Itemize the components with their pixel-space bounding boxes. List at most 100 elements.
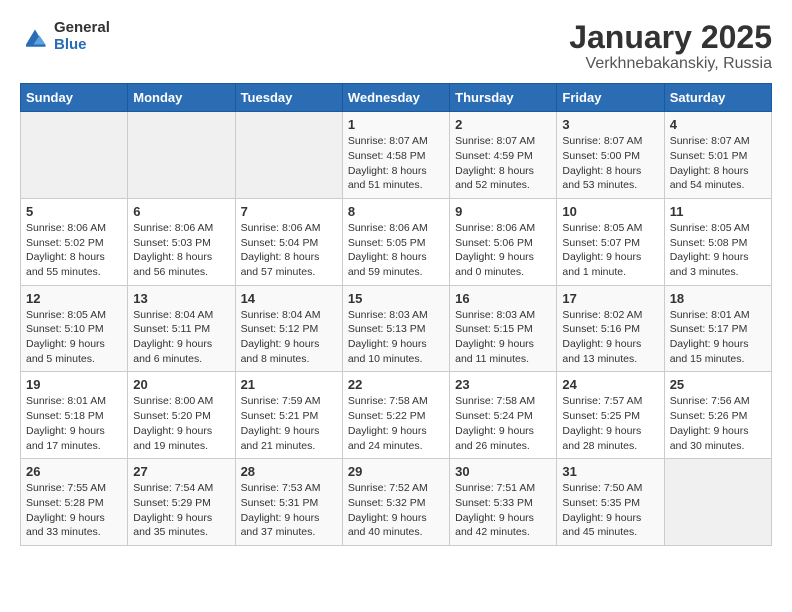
weekday-header: Friday [557, 84, 664, 112]
day-info: Sunrise: 8:03 AM Sunset: 5:15 PM Dayligh… [455, 308, 551, 367]
day-number: 15 [348, 291, 444, 306]
calendar-cell: 8 Sunrise: 8:06 AM Sunset: 5:05 PM Daylig… [342, 198, 449, 285]
calendar-cell [235, 112, 342, 199]
day-number: 17 [562, 291, 658, 306]
day-info: Sunrise: 8:04 AM Sunset: 5:12 PM Dayligh… [241, 308, 337, 367]
day-number: 25 [670, 377, 766, 392]
day-number: 11 [670, 204, 766, 219]
page-title: January 2025 [569, 20, 772, 55]
calendar-cell: 18 Sunrise: 8:01 AM Sunset: 5:17 PM Dayli… [664, 285, 771, 372]
day-number: 24 [562, 377, 658, 392]
day-number: 6 [133, 204, 229, 219]
weekday-header: Tuesday [235, 84, 342, 112]
day-info: Sunrise: 8:05 AM Sunset: 5:07 PM Dayligh… [562, 221, 658, 280]
calendar-cell: 25 Sunrise: 7:56 AM Sunset: 5:26 PM Dayli… [664, 372, 771, 459]
calendar-cell: 9 Sunrise: 8:06 AM Sunset: 5:06 PM Daylig… [450, 198, 557, 285]
day-info: Sunrise: 7:50 AM Sunset: 5:35 PM Dayligh… [562, 481, 658, 540]
page-header: General Blue January 2025 Verkhnebakansk… [20, 20, 772, 73]
day-info: Sunrise: 8:06 AM Sunset: 5:05 PM Dayligh… [348, 221, 444, 280]
weekday-header: Sunday [21, 84, 128, 112]
calendar-cell: 30Sunrise: 7:51 AM Sunset: 5:33 PM Dayli… [450, 459, 557, 546]
calendar-cell: 6 Sunrise: 8:06 AM Sunset: 5:03 PM Daylig… [128, 198, 235, 285]
calendar-cell [664, 459, 771, 546]
weekday-header: Wednesday [342, 84, 449, 112]
day-info: Sunrise: 8:04 AM Sunset: 5:11 PM Dayligh… [133, 308, 229, 367]
day-info: Sunrise: 8:07 AM Sunset: 4:58 PM Dayligh… [348, 134, 444, 193]
calendar-cell: 1 Sunrise: 8:07 AM Sunset: 4:58 PM Daylig… [342, 112, 449, 199]
day-info: Sunrise: 8:06 AM Sunset: 5:02 PM Dayligh… [26, 221, 122, 280]
day-number: 21 [241, 377, 337, 392]
calendar-cell: 12Sunrise: 8:05 AM Sunset: 5:10 PM Dayli… [21, 285, 128, 372]
calendar-cell: 24 Sunrise: 7:57 AM Sunset: 5:25 PM Dayli… [557, 372, 664, 459]
day-info: Sunrise: 7:53 AM Sunset: 5:31 PM Dayligh… [241, 481, 337, 540]
day-info: Sunrise: 8:07 AM Sunset: 5:00 PM Dayligh… [562, 134, 658, 193]
day-info: Sunrise: 8:01 AM Sunset: 5:17 PM Dayligh… [670, 308, 766, 367]
day-info: Sunrise: 7:56 AM Sunset: 5:26 PM Dayligh… [670, 394, 766, 453]
day-number: 2 [455, 117, 551, 132]
day-number: 22 [348, 377, 444, 392]
day-info: Sunrise: 8:06 AM Sunset: 5:03 PM Dayligh… [133, 221, 229, 280]
day-number: 7 [241, 204, 337, 219]
day-info: Sunrise: 7:57 AM Sunset: 5:25 PM Dayligh… [562, 394, 658, 453]
calendar-cell: 26Sunrise: 7:55 AM Sunset: 5:28 PM Dayli… [21, 459, 128, 546]
day-number: 8 [348, 204, 444, 219]
calendar-table: SundayMondayTuesdayWednesdayThursdayFrid… [20, 83, 772, 546]
calendar-cell: 19Sunrise: 8:01 AM Sunset: 5:18 PM Dayli… [21, 372, 128, 459]
day-info: Sunrise: 7:55 AM Sunset: 5:28 PM Dayligh… [26, 481, 122, 540]
calendar-cell: 31Sunrise: 7:50 AM Sunset: 5:35 PM Dayli… [557, 459, 664, 546]
day-info: Sunrise: 8:00 AM Sunset: 5:20 PM Dayligh… [133, 394, 229, 453]
logo-icon [20, 22, 50, 52]
weekday-header: Thursday [450, 84, 557, 112]
day-number: 10 [562, 204, 658, 219]
day-number: 28 [241, 464, 337, 479]
day-number: 9 [455, 204, 551, 219]
day-number: 3 [562, 117, 658, 132]
day-number: 5 [26, 204, 122, 219]
calendar-body: 1 Sunrise: 8:07 AM Sunset: 4:58 PM Daylig… [21, 112, 772, 546]
calendar-header: SundayMondayTuesdayWednesdayThursdayFrid… [21, 84, 772, 112]
day-info: Sunrise: 7:58 AM Sunset: 5:24 PM Dayligh… [455, 394, 551, 453]
calendar-cell: 28 Sunrise: 7:53 AM Sunset: 5:31 PM Dayli… [235, 459, 342, 546]
day-info: Sunrise: 8:05 AM Sunset: 5:10 PM Dayligh… [26, 308, 122, 367]
day-number: 1 [348, 117, 444, 132]
calendar-cell [21, 112, 128, 199]
calendar-cell: 3 Sunrise: 8:07 AM Sunset: 5:00 PM Daylig… [557, 112, 664, 199]
day-info: Sunrise: 7:58 AM Sunset: 5:22 PM Dayligh… [348, 394, 444, 453]
calendar-cell: 17 Sunrise: 8:02 AM Sunset: 5:16 PM Dayli… [557, 285, 664, 372]
day-number: 16 [455, 291, 551, 306]
day-number: 23 [455, 377, 551, 392]
day-number: 14 [241, 291, 337, 306]
logo-general-text: General [54, 20, 110, 37]
day-number: 29 [348, 464, 444, 479]
logo-blue-text: Blue [54, 37, 110, 54]
day-info: Sunrise: 7:52 AM Sunset: 5:32 PM Dayligh… [348, 481, 444, 540]
calendar-cell: 10 Sunrise: 8:05 AM Sunset: 5:07 PM Dayli… [557, 198, 664, 285]
calendar-cell: 2 Sunrise: 8:07 AM Sunset: 4:59 PM Daylig… [450, 112, 557, 199]
day-info: Sunrise: 8:02 AM Sunset: 5:16 PM Dayligh… [562, 308, 658, 367]
calendar-cell: 22 Sunrise: 7:58 AM Sunset: 5:22 PM Dayli… [342, 372, 449, 459]
day-number: 27 [133, 464, 229, 479]
day-info: Sunrise: 8:07 AM Sunset: 4:59 PM Dayligh… [455, 134, 551, 193]
day-number: 4 [670, 117, 766, 132]
logo-text: General Blue [54, 20, 110, 53]
day-info: Sunrise: 8:03 AM Sunset: 5:13 PM Dayligh… [348, 308, 444, 367]
day-number: 18 [670, 291, 766, 306]
calendar-cell: 27 Sunrise: 7:54 AM Sunset: 5:29 PM Dayli… [128, 459, 235, 546]
title-block: January 2025 Verkhnebakanskiy, Russia [569, 20, 772, 73]
calendar-cell: 13Sunrise: 8:04 AM Sunset: 5:11 PM Dayli… [128, 285, 235, 372]
logo: General Blue [20, 20, 110, 53]
day-number: 20 [133, 377, 229, 392]
calendar-cell: 20 Sunrise: 8:00 AM Sunset: 5:20 PM Dayli… [128, 372, 235, 459]
day-info: Sunrise: 7:59 AM Sunset: 5:21 PM Dayligh… [241, 394, 337, 453]
day-info: Sunrise: 7:54 AM Sunset: 5:29 PM Dayligh… [133, 481, 229, 540]
calendar-cell: 5 Sunrise: 8:06 AM Sunset: 5:02 PM Daylig… [21, 198, 128, 285]
calendar-cell: 4 Sunrise: 8:07 AM Sunset: 5:01 PM Daylig… [664, 112, 771, 199]
weekday-header: Monday [128, 84, 235, 112]
day-info: Sunrise: 8:06 AM Sunset: 5:06 PM Dayligh… [455, 221, 551, 280]
day-info: Sunrise: 8:06 AM Sunset: 5:04 PM Dayligh… [241, 221, 337, 280]
day-info: Sunrise: 8:07 AM Sunset: 5:01 PM Dayligh… [670, 134, 766, 193]
calendar-cell [128, 112, 235, 199]
page-subtitle: Verkhnebakanskiy, Russia [569, 55, 772, 73]
day-number: 19 [26, 377, 122, 392]
calendar-cell: 11Sunrise: 8:05 AM Sunset: 5:08 PM Dayli… [664, 198, 771, 285]
